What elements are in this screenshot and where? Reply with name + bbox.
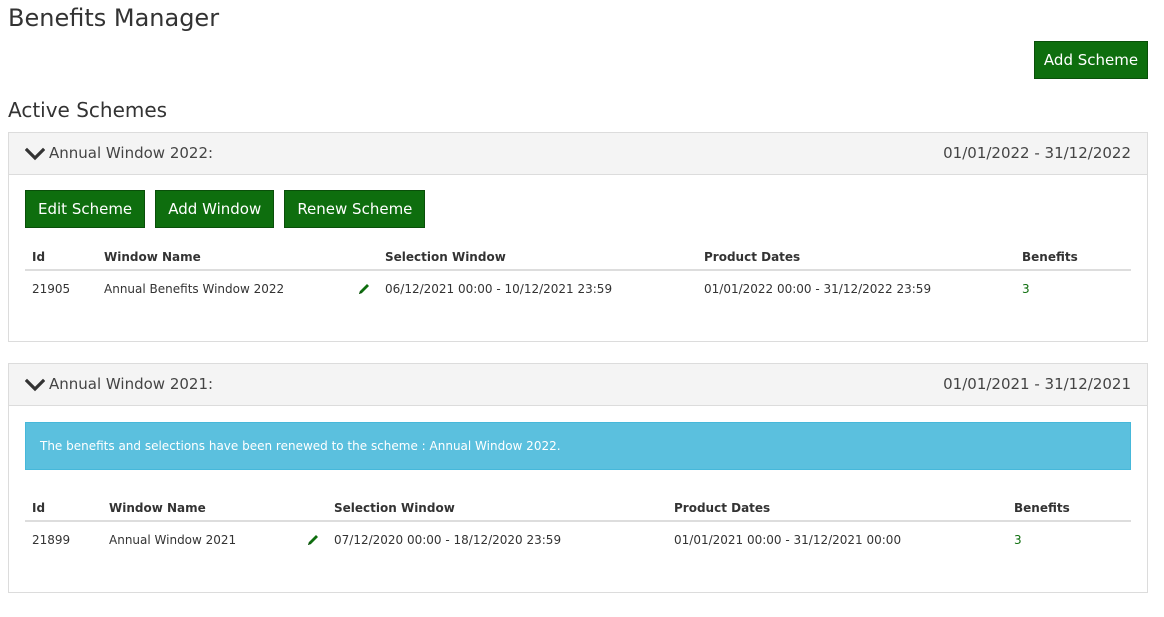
pencil-icon[interactable] [306, 533, 320, 547]
chevron-down-icon [25, 378, 45, 392]
scheme-header-2022[interactable]: Annual Window 2022: 01/01/2022 - 31/12/2… [9, 133, 1147, 175]
table-row: 21905 Annual Benefits Window 2022 06/12/… [25, 273, 1131, 307]
column-header-selection-window: Selection Window [385, 250, 506, 264]
column-header-benefits: Benefits [1022, 250, 1078, 264]
cell-id: 21905 [32, 282, 71, 296]
cell-id: 21899 [32, 533, 71, 547]
column-header-benefits: Benefits [1014, 501, 1070, 515]
column-header-id: Id [32, 501, 46, 515]
benefits-count-link[interactable]: 3 [1022, 282, 1030, 296]
page-title: Benefits Manager [8, 4, 220, 32]
scheme-panel-2022: Annual Window 2022: 01/01/2022 - 31/12/2… [8, 132, 1148, 342]
scheme-dates: 01/01/2022 - 31/12/2022 [943, 144, 1131, 162]
scheme-panel-2021: Annual Window 2021: 01/01/2021 - 31/12/2… [8, 363, 1148, 593]
edit-scheme-button[interactable]: Edit Scheme [25, 190, 146, 228]
cell-selection-window: 06/12/2021 00:00 - 10/12/2021 23:59 [385, 282, 613, 296]
scheme-header-2021[interactable]: Annual Window 2021: 01/01/2021 - 31/12/2… [9, 364, 1147, 406]
column-header-window-name: Window Name [109, 501, 206, 515]
cell-selection-window: 07/12/2020 00:00 - 18/12/2020 23:59 [334, 533, 562, 547]
scheme-actions: Edit Scheme Add Window Renew Scheme [25, 190, 430, 228]
scheme-dates: 01/01/2021 - 31/12/2021 [943, 375, 1131, 393]
benefits-count-link[interactable]: 3 [1014, 533, 1022, 547]
cell-window-name: Annual Window 2021 [109, 533, 237, 547]
cell-window-name: Annual Benefits Window 2022 [104, 282, 285, 296]
table-row: 21899 Annual Window 2021 07/12/2020 00:0… [25, 524, 1131, 558]
renew-scheme-button[interactable]: Renew Scheme [284, 190, 426, 228]
cell-product-dates: 01/01/2021 00:00 - 31/12/2021 00:00 [674, 533, 902, 547]
cell-product-dates: 01/01/2022 00:00 - 31/12/2022 23:59 [704, 282, 932, 296]
column-header-selection-window: Selection Window [334, 501, 455, 515]
column-header-id: Id [32, 250, 46, 264]
renewal-info-alert: The benefits and selections have been re… [25, 422, 1131, 470]
column-header-product-dates: Product Dates [704, 250, 801, 264]
column-header-product-dates: Product Dates [674, 501, 771, 515]
scheme-name: Annual Window 2022: [49, 144, 214, 162]
section-title: Active Schemes [8, 98, 168, 122]
column-header-window-name: Window Name [104, 250, 201, 264]
table-header: Id Window Name Selection Window Product … [25, 245, 1131, 271]
table-header: Id Window Name Selection Window Product … [25, 496, 1131, 522]
pencil-icon[interactable] [357, 282, 371, 296]
scheme-name: Annual Window 2021: [49, 375, 214, 393]
add-window-button[interactable]: Add Window [155, 190, 275, 228]
chevron-down-icon [25, 147, 45, 161]
add-scheme-button[interactable]: Add Scheme [1034, 41, 1148, 79]
